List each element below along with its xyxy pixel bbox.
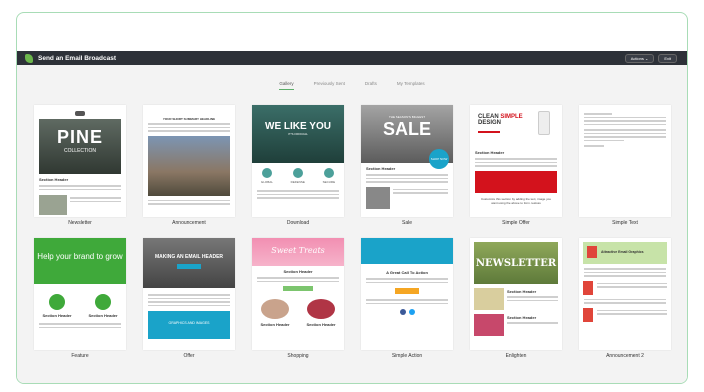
- template-thumbnail: A Great Call To Action: [361, 238, 453, 350]
- template-thumbnail: [579, 105, 671, 217]
- hero-text: DESIGN: [478, 120, 502, 126]
- browser-frame: Send an Email Broadcast Actions ⌄ Exit G…: [16, 12, 688, 384]
- section-header: Section Header: [88, 313, 118, 318]
- tab-my-templates[interactable]: My Templates: [397, 81, 425, 90]
- exit-button[interactable]: Exit: [658, 53, 677, 63]
- template-card-simple-action[interactable]: A Great Call To Action Simple Action: [361, 238, 453, 359]
- hero-subtext: IT'S OFFICIAL: [288, 132, 308, 136]
- page-title: Send an Email Broadcast: [38, 54, 117, 62]
- feature-label: DEFENSE: [290, 180, 305, 184]
- template-card-sale[interactable]: THE SEASON'S BIGGEST SALE SHOP NOW Secti…: [361, 105, 453, 226]
- template-name: Shopping: [287, 353, 309, 359]
- template-thumbnail: CLEAN SIMPLE DESIGN Section Header Custo…: [470, 105, 562, 217]
- section-header: Section Header: [42, 313, 72, 318]
- section-header: Section Header: [507, 289, 537, 294]
- template-card-simple-text[interactable]: Simple Text: [579, 105, 671, 226]
- template-card-announcement-2[interactable]: Attractive Email Graphics Announcement 2: [579, 238, 671, 359]
- tab-previously-sent[interactable]: Previously Sent: [314, 81, 345, 90]
- template-thumbnail: NEWSLETTER Section Header Section Header: [470, 238, 562, 350]
- offer-banner: GRAPHICS AND IMAGES: [148, 311, 230, 339]
- hero-text: WE LIKE YOU: [265, 121, 331, 132]
- template-thumbnail: Help your brand to grow Section Header S…: [34, 238, 126, 350]
- template-thumbnail: MAKING AN EMAIL HEADER GRAPHICS AND IMAG…: [143, 238, 235, 350]
- section-header: Section Header: [306, 322, 336, 327]
- template-name: Simple Offer: [502, 220, 530, 226]
- template-name: Sale: [401, 220, 412, 226]
- template-card-offer[interactable]: MAKING AN EMAIL HEADER GRAPHICS AND IMAG…: [143, 238, 235, 359]
- template-card-shopping[interactable]: Sweet Treats Section Header Section Head…: [252, 238, 344, 359]
- feature-label: GLOBAL: [260, 180, 273, 184]
- template-card-download[interactable]: WE LIKE YOU IT'S OFFICIAL GLOBAL DEFENSE…: [252, 105, 344, 226]
- section-header: Section Header: [39, 177, 69, 182]
- offer-text: Customize this section by adding the tex…: [480, 196, 552, 205]
- hero-subtext: COLLECTION: [64, 148, 96, 154]
- tab-drafts[interactable]: Drafts: [365, 81, 377, 90]
- section-header: A Great Call To Action: [386, 270, 428, 275]
- template-name: Simple Text: [612, 220, 638, 226]
- hero-text: Attractive Email Graphics: [601, 250, 644, 254]
- section-header: Section Header: [507, 315, 537, 320]
- hero-text: MAKING AN EMAIL HEADER: [154, 254, 224, 260]
- template-thumbnail: Attractive Email Graphics: [579, 238, 671, 350]
- template-name: Download: [286, 220, 310, 226]
- feature-label: SECURE: [322, 180, 336, 184]
- hero-text: SALE: [382, 119, 431, 139]
- shop-now-badge[interactable]: SHOP NOW: [429, 149, 449, 169]
- template-card-simple-offer[interactable]: CLEAN SIMPLE DESIGN Section Header Custo…: [470, 105, 562, 226]
- template-name: Enlighten: [505, 353, 527, 359]
- section-header: Section Header: [260, 322, 290, 327]
- template-thumbnail: WE LIKE YOU IT'S OFFICIAL GLOBAL DEFENSE…: [252, 105, 344, 217]
- template-name: Feature: [71, 353, 89, 359]
- template-name: Announcement: [172, 220, 206, 226]
- hero-text: Help your brand to grow: [37, 252, 123, 261]
- template-name: Offer: [183, 353, 195, 359]
- template-card-newsletter[interactable]: PINE COLLECTION Section Header Newslette…: [34, 105, 126, 226]
- section-header: Section Header: [283, 269, 313, 274]
- hero-text: Sweet Treats: [271, 246, 325, 255]
- hero-subtext: THE SEASON'S BIGGEST: [388, 115, 426, 119]
- hero-text: YOUR SHORT SUMMARY HEADLINE: [162, 117, 216, 121]
- actions-button[interactable]: Actions ⌄: [624, 53, 655, 63]
- template-card-enlighten[interactable]: NEWSLETTER Section Header Section Header…: [470, 238, 562, 359]
- template-tabs: Gallery Previously Sent Drafts My Templa…: [17, 81, 687, 90]
- template-thumbnail: Sweet Treats Section Header Section Head…: [252, 238, 344, 350]
- app-header: Send an Email Broadcast Actions ⌄ Exit: [17, 51, 687, 65]
- hero-text: SIMPLE: [500, 114, 523, 120]
- template-name: Newsletter: [68, 220, 92, 226]
- template-thumbnail: YOUR SHORT SUMMARY HEADLINE: [143, 105, 235, 217]
- template-card-announcement[interactable]: YOUR SHORT SUMMARY HEADLINE Announcement: [143, 105, 235, 226]
- section-header: Section Header: [475, 150, 505, 155]
- app-logo-icon: [25, 53, 33, 63]
- gallery-content: Gallery Previously Sent Drafts My Templa…: [17, 65, 687, 383]
- hero-text: NEWSLETTER: [475, 258, 557, 269]
- template-name: Announcement 2: [606, 353, 644, 359]
- hero-text: PINE: [56, 127, 103, 147]
- tab-gallery[interactable]: Gallery: [279, 81, 294, 90]
- template-name: Simple Action: [391, 353, 423, 359]
- template-thumbnail: PINE COLLECTION Section Header: [34, 105, 126, 217]
- template-thumbnail: THE SEASON'S BIGGEST SALE SHOP NOW Secti…: [361, 105, 453, 217]
- template-card-feature[interactable]: Help your brand to grow Section Header S…: [34, 238, 126, 359]
